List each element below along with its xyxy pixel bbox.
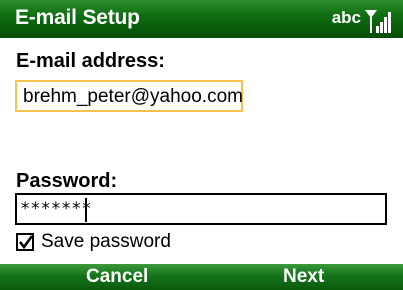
window-title: E-mail Setup <box>15 6 140 29</box>
status-area: abc <box>332 4 393 34</box>
cancel-button[interactable]: Cancel <box>86 266 148 288</box>
password-label: Password: <box>16 170 118 192</box>
signal-strength-icon <box>365 10 391 33</box>
next-button[interactable]: Next <box>283 266 324 288</box>
softkey-bar: Cancel Next <box>0 264 403 290</box>
email-field[interactable]: brehm_peter@yahoo.com <box>15 80 243 112</box>
checkmark-icon <box>18 235 34 250</box>
save-password-label: Save password <box>41 231 171 252</box>
email-setup-screen: E-mail Setup abc E-mail address: brehm_p… <box>0 0 403 290</box>
password-field[interactable]: ******* <box>15 193 387 225</box>
text-caret <box>85 198 87 222</box>
input-mode-indicator: abc <box>331 8 361 27</box>
save-password-row[interactable]: Save password <box>16 230 171 254</box>
email-label: E-mail address: <box>16 50 165 72</box>
email-value: brehm_peter@yahoo.com <box>23 86 243 107</box>
title-bar: E-mail Setup abc <box>0 0 403 38</box>
password-value: ******* <box>20 199 92 219</box>
save-password-checkbox[interactable] <box>16 233 34 251</box>
